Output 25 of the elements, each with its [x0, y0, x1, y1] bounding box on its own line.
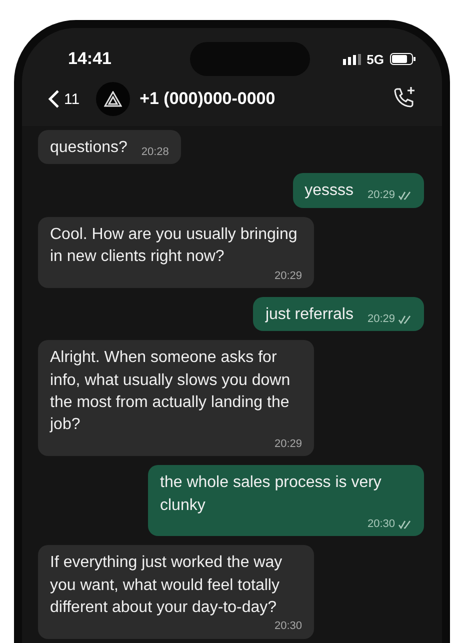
- message-time: 20:29: [367, 312, 395, 326]
- message-text: Cool. How are you usually bringing in new clients right now?: [50, 224, 298, 268]
- back-button[interactable]: 11: [48, 90, 80, 108]
- signal-icon: [342, 54, 361, 64]
- message-text: the whole sales process is very clunky: [160, 473, 382, 516]
- message-time: 20:29: [274, 268, 302, 283]
- message-text: If everything just worked the way you want, what would feel totally different about your day-to-day?: [50, 553, 284, 618]
- double-check-icon: [398, 520, 412, 529]
- status-time: 14:41: [68, 49, 112, 69]
- chevron-left-icon: [48, 90, 60, 108]
- message-time: 20:30: [274, 619, 302, 634]
- message-time: 20:29: [274, 436, 302, 452]
- network-label: 5G: [366, 52, 384, 66]
- message-text: Alright. When someone asks for info, what usually slows you down the most from actually landing the job?: [50, 348, 292, 436]
- message-text: questions?: [50, 138, 128, 158]
- message-time: 20:29: [367, 188, 395, 203]
- message-text: just referrals: [265, 304, 354, 325]
- message-text: yessss: [304, 181, 354, 202]
- double-check-icon: [398, 191, 412, 200]
- contact-avatar[interactable]: [96, 82, 130, 116]
- message-time: 20:28: [141, 145, 169, 160]
- battery-icon: [390, 53, 416, 65]
- double-check-icon: [398, 314, 412, 324]
- contact-name[interactable]: +1 (000)000-0000: [140, 89, 276, 109]
- message-time: 20:30: [367, 516, 395, 532]
